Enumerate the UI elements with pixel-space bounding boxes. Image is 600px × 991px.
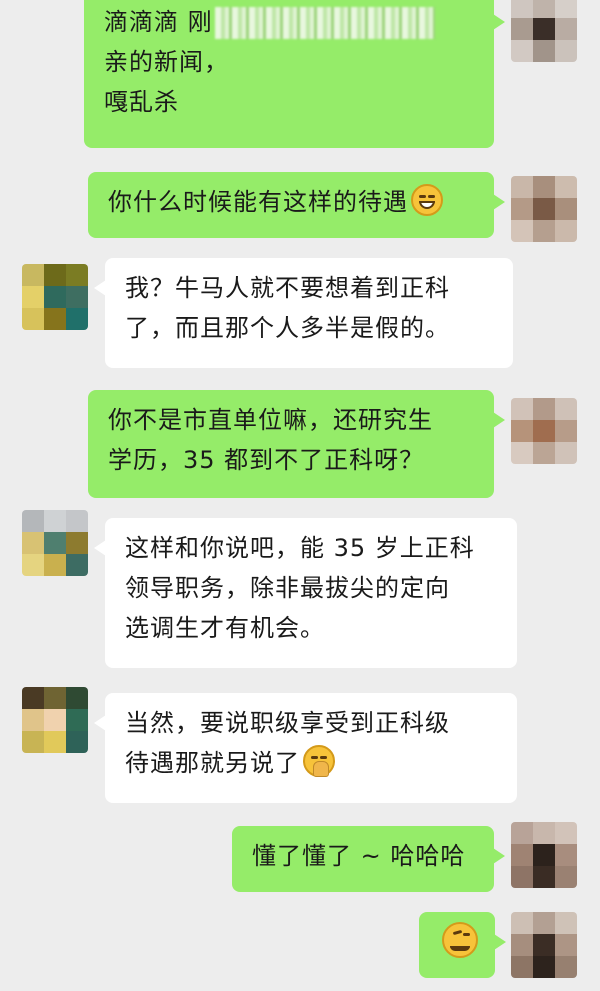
message-bubble-sent[interactable]: 你不是市直单位嘛，还研究生 学历，35 都到不了正科呀？ — [88, 390, 505, 498]
contact-avatar[interactable] — [22, 510, 88, 576]
shush-emoji-icon — [303, 745, 335, 777]
message-text: 这样和你说吧，能 35 岁上正科 — [125, 534, 475, 562]
message-text: 嘎乱杀 — [104, 88, 179, 116]
my-avatar[interactable] — [511, 398, 577, 464]
message-text: 了，而且那个人多半是假的。 — [125, 314, 450, 342]
message-bubble-sent[interactable] — [419, 912, 506, 978]
message-bubble-sent[interactable]: 懂了懂了 ~ 哈哈哈 — [232, 826, 505, 892]
message-text: 选调生才有机会。 — [125, 614, 325, 642]
my-avatar[interactable] — [511, 0, 577, 62]
message-text: 滴滴滴 刚 — [104, 8, 213, 36]
my-avatar[interactable] — [511, 176, 577, 242]
message-text: 亲的新闻， — [104, 48, 229, 76]
message-text: 领导职务，除非最拔尖的定向 — [125, 574, 450, 602]
message-bubble-received[interactable]: 这样和你说吧，能 35 岁上正科 领导职务，除非最拔尖的定向 选调生才有机会。 — [94, 518, 517, 668]
redacted-text — [214, 7, 435, 39]
message-text: 学历，35 都到不了正科呀？ — [108, 446, 425, 474]
my-avatar[interactable] — [511, 822, 577, 888]
message-text: 我？牛马人就不要想着到正科 — [125, 274, 450, 302]
message-bubble-received[interactable]: 当然，要说职级享受到正科级 待遇那就另说了 — [94, 693, 517, 803]
message-text: 你什么时候能有这样的待遇 — [108, 188, 408, 216]
smirk-emoji-icon — [442, 922, 478, 958]
message-text: 待遇那就另说了 — [125, 749, 300, 777]
message-text: 当然，要说职级享受到正科级 — [125, 709, 450, 737]
grin-emoji-icon — [411, 184, 443, 216]
message-bubble-sent[interactable]: 你什么时候能有这样的待遇 — [88, 172, 505, 238]
message-bubble-sent[interactable]: 滴滴滴 刚 亲的新闻， 嘎乱杀 — [84, 0, 505, 148]
contact-avatar[interactable] — [22, 264, 88, 330]
message-text: 你不是市直单位嘛，还研究生 — [108, 406, 433, 434]
message-bubble-received[interactable]: 我？牛马人就不要想着到正科 了，而且那个人多半是假的。 — [94, 258, 513, 368]
my-avatar[interactable] — [511, 912, 577, 978]
message-text: 懂了懂了 ~ 哈哈哈 — [252, 842, 466, 870]
contact-avatar[interactable] — [22, 687, 88, 753]
chat-thread: 滴滴滴 刚 亲的新闻， 嘎乱杀 你什么时候能有这样的待遇 我？牛马人就不要想着到… — [0, 0, 600, 991]
